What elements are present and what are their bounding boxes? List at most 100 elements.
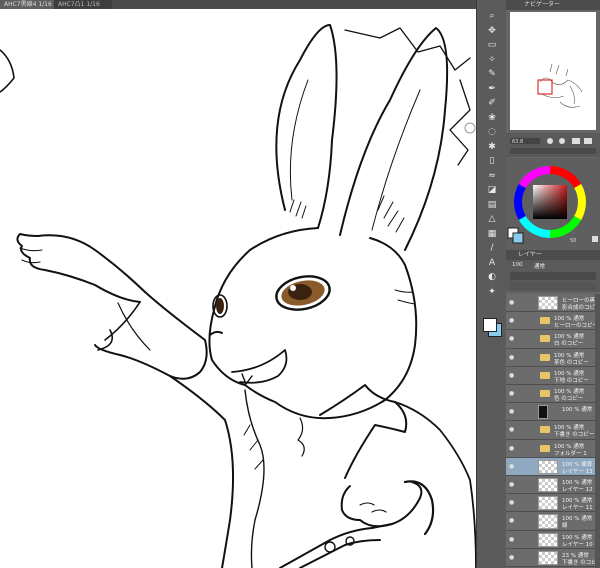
layer-row[interactable]: ● ヒーローの黒 影合成のコピー [506,294,600,313]
layer-row[interactable]: ● 100 % 通常 レイヤー 12 [506,476,600,495]
eyedrop-icon[interactable]: ✎ [486,68,498,80]
navigator-thumbnail[interactable] [510,12,596,130]
visibility-icon[interactable]: ● [509,372,514,379]
pen-icon[interactable]: ✒ [486,83,498,95]
navigator-title: ナビゲーター [506,0,600,10]
layer-scrollbar[interactable] [595,294,600,568]
pencil-icon[interactable]: ✐ [486,97,498,109]
layer-thumbnail [538,405,548,420]
layer-name-label: 線 [562,523,568,530]
folder-icon [540,353,550,361]
layer-row[interactable]: ● 100 % 通常 [506,403,600,422]
layer-name-label: 下書き のコピー [554,432,595,439]
visibility-icon[interactable]: ● [509,463,514,470]
folder-icon [540,335,550,343]
airbrush-icon[interactable]: ◌ [486,126,498,138]
ruler-icon[interactable]: / [486,242,498,254]
layer-name-label: 色 のコピー [554,396,584,402]
navigator-view-frame [537,79,553,95]
blend-mode-select[interactable]: 通常 [534,262,545,270]
visibility-icon[interactable]: ● [509,481,514,488]
opacity-value[interactable]: 100 [512,262,523,268]
layer-row[interactable]: ● 100 % 通常 下地 のコピー [506,366,600,385]
layer-controls: 通常 100 [506,260,600,292]
visibility-icon[interactable]: ● [509,499,514,506]
right-panel: ナビゲーター 63.8 50 レイヤー 通常 100 ● ヒーローの黒 影合成の… [506,0,600,568]
layer-thumbnail [538,532,558,547]
folder-icon [540,444,550,452]
layer-thumbnail [538,478,558,493]
layer-row[interactable]: ● 100 % 通常色 のコピー [506,385,600,404]
visibility-icon[interactable]: ● [509,554,514,561]
visibility-icon[interactable]: ● [509,354,514,361]
layer-name-label: ヒーローのコピー [554,323,599,330]
balloon-icon[interactable]: ◐ [486,271,498,283]
text-icon[interactable]: A [486,257,498,269]
visibility-icon[interactable]: ● [509,536,514,543]
tool-palette: ⌕ ✥ ▭ ✧ ✎ ✒ ✐ ❀ ◌ ✱ ▯ ≈ ◪ ▤ △ ▦ / A ◐ ✦ [476,0,508,568]
layer-row[interactable]: ● 100 % 乗算 レイヤー 13 [506,457,600,476]
layer-panel-title: レイヤー [506,250,600,260]
gradient-icon[interactable]: ▤ [486,199,498,211]
rabbit-line-art [0,24,476,568]
layer-list: ● ヒーローの黒 影合成のコピー ● 100 % 通常 ヒーローのコピー ● 100 % 通常… [506,294,600,568]
layer-thumbnail [538,550,558,565]
main-color-chip[interactable] [483,318,497,332]
select-icon[interactable]: ▭ [486,39,498,51]
layer-row[interactable]: ● 23 % 通常 下書き のコピー [506,548,600,567]
correct-icon[interactable]: ✦ [486,286,498,298]
layer-row[interactable]: ● 100 % 通常 レイヤー 11 [506,494,600,513]
folder-icon [540,426,550,434]
svg-text:63.8: 63.8 [512,139,523,145]
visibility-icon[interactable]: ● [509,299,514,306]
folder-icon [540,371,550,379]
layer-thumbnail [538,459,558,474]
layer-row[interactable]: ● 100 % 通常 ヒーローのコピー [506,312,600,331]
fill-icon[interactable]: ◪ [486,184,498,196]
layer-thumbnail [538,514,558,529]
navigator-controls: 63.8 [506,133,600,157]
layer-name-label: 下地 のコピー [554,377,589,384]
color-value-label: 50 [570,238,577,244]
visibility-icon[interactable]: ● [509,335,514,342]
sub-color-swatch [512,232,524,244]
visibility-icon[interactable]: ● [509,445,514,452]
layer-row[interactable]: ● 100 % 通常 フォルダー 1 [506,439,600,458]
visibility-icon[interactable]: ● [509,317,514,324]
figure-icon[interactable]: △ [486,213,498,225]
move-icon[interactable]: ✥ [486,25,498,37]
layer-row[interactable]: ● 100 % 通常線 [506,512,600,531]
layer-name-label: レイヤー 13 [562,468,593,475]
layer-mode-label: 100 % 通常 [562,407,593,414]
frame-icon[interactable]: ▦ [486,228,498,240]
layer-row[interactable]: ● 100 % 通常 下書き のコピー [506,421,600,440]
layer-name-label: 白 のコピー [554,341,584,348]
wand-icon[interactable]: ✧ [486,54,498,66]
layer-name-label: レイヤー 12 [562,487,593,493]
zoom-icon[interactable]: ⌕ [486,10,498,22]
layer-thumbnail [538,296,558,311]
layer-row[interactable]: ● 100 % 通常 レイヤー 10 [506,530,600,549]
decorate-icon[interactable]: ✱ [486,141,498,153]
zoom-in-icon [559,138,565,144]
document-tab-2[interactable]: AHC7凸1 1/16 [54,0,112,9]
color-wheel-panel[interactable]: 50 [506,158,600,250]
layer-name-label: 茶色 のコピー [554,359,589,366]
visibility-icon[interactable]: ● [509,426,514,433]
layer-toolbar [510,272,596,280]
layer-thumbnail [538,496,558,511]
visibility-icon[interactable]: ● [509,390,514,397]
drawing-canvas[interactable] [0,9,476,568]
layer-row[interactable]: ● 100 % 通常白 のコピー [506,330,600,349]
visibility-icon[interactable]: ● [509,408,514,415]
brush-icon[interactable]: ❀ [486,112,498,124]
visibility-icon[interactable]: ● [509,517,514,524]
navigator-preview [537,63,583,108]
folder-icon [540,317,550,325]
layer-row[interactable]: ● 100 % 通常 茶色 のコピー [506,348,600,367]
eraser-icon[interactable]: ▯ [486,155,498,167]
zoom-out-icon [547,138,553,144]
blend-icon[interactable]: ≈ [486,170,498,182]
folder-icon [540,390,550,398]
document-tab-1[interactable]: AHC7黒線4 1/16 [0,0,58,9]
